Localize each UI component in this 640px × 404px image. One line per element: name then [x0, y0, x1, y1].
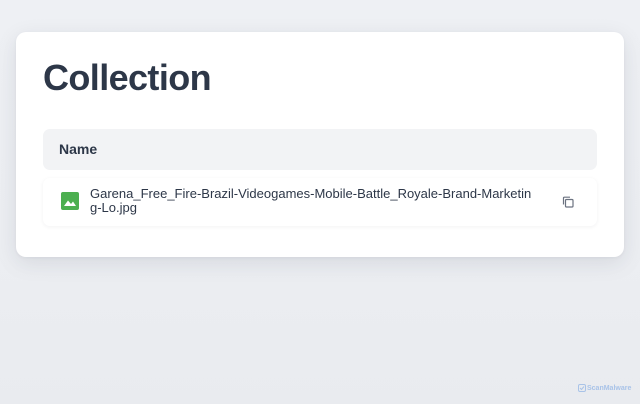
scanmalware-watermark: ScanMalware	[578, 384, 631, 392]
table-header: Name	[43, 129, 597, 170]
file-name: Garena_Free_Fire-Brazil-Videogames-Mobil…	[90, 186, 532, 215]
watermark-text: ScanMalware	[587, 384, 632, 392]
table-row[interactable]: Garena_Free_Fire-Brazil-Videogames-Mobil…	[43, 178, 597, 226]
name-column-header: Name	[59, 141, 98, 157]
page-title: Collection	[43, 57, 212, 98]
collection-card: Collection Name Garena_Free_Fire-Brazil-…	[16, 32, 624, 257]
copy-icon[interactable]	[561, 195, 575, 209]
image-file-icon	[61, 192, 79, 210]
scanmalware-logo-icon	[578, 384, 586, 392]
